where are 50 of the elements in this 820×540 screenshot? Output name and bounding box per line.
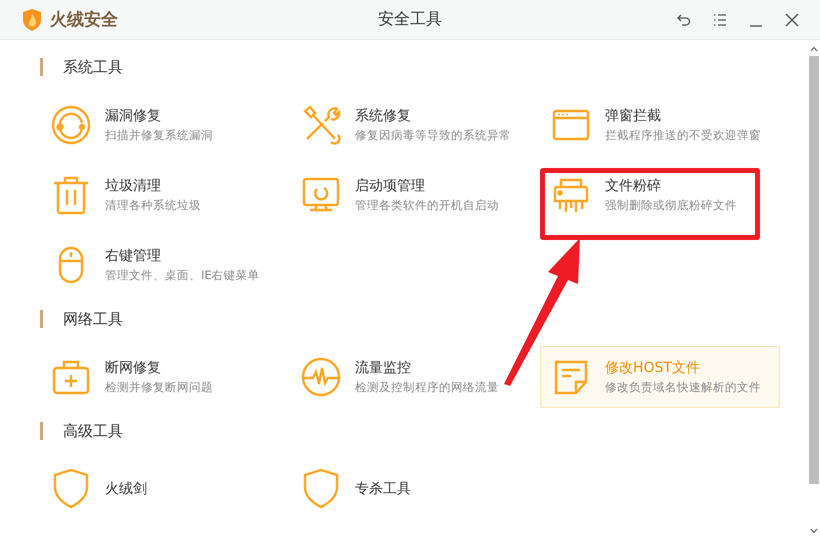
tool-item[interactable]: 文件粉碎 强制删除或彻底粉碎文件 (540, 164, 780, 226)
close-icon[interactable] (784, 12, 800, 28)
shield-icon (301, 469, 341, 509)
scrollbar-thumb[interactable] (809, 56, 819, 484)
wrench-screwdriver-icon (301, 105, 341, 145)
tool-item[interactable]: 断网修复 检测并修复断网问题 (40, 346, 290, 408)
shield-icon (51, 469, 91, 509)
section-heading: 系统工具 (40, 58, 780, 76)
tool-description: 扫描并修复系统漏洞 (105, 128, 213, 143)
tool-title: 专杀工具 (355, 480, 411, 498)
tool-item[interactable]: 专杀工具 (290, 458, 540, 520)
tool-item[interactable]: 右键管理 管理文件、桌面、IE右键菜单 (40, 234, 290, 296)
tool-description: 检测并修复断网问题 (105, 380, 213, 395)
tool-title: 断网修复 (105, 359, 162, 377)
trash-icon (51, 175, 91, 215)
tool-description: 清理各种系统垃圾 (105, 198, 201, 213)
tool-item[interactable]: 系统修复 修复因病毒等导致的系统异常 (290, 94, 540, 156)
brand-name: 火绒安全 (50, 9, 118, 31)
tool-title: 垃圾清理 (105, 177, 162, 195)
tool-item[interactable]: 漏洞修复 扫描并修复系统漏洞 (40, 94, 290, 156)
tool-description: 检测及控制程序的网络流量 (355, 380, 499, 395)
tool-item[interactable]: 火绒剑 (40, 458, 290, 520)
tool-description: 修改负责域名快速解析的文件 (605, 380, 761, 395)
scroll-up-icon[interactable] (810, 46, 818, 52)
tool-title: 流量监控 (355, 359, 412, 377)
tool-item[interactable]: 弹窗拦截 拦截程序推送的不受欢迎弹窗 (540, 94, 780, 156)
repair-ring-icon (51, 105, 91, 145)
scroll-down-icon[interactable] (810, 528, 818, 534)
tool-item[interactable]: 流量监控 检测及控制程序的网络流量 (290, 346, 540, 408)
pulse-icon (301, 357, 341, 397)
menu-icon[interactable] (712, 12, 728, 28)
tool-title: 右键管理 (105, 247, 162, 265)
tool-description: 管理各类软件的开机自启动 (355, 198, 499, 213)
section-heading: 高级工具 (40, 422, 780, 440)
tool-title: 弹窗拦截 (605, 107, 662, 125)
tool-title: 文件粉碎 (605, 177, 662, 195)
tool-description: 管理文件、桌面、IE右键菜单 (105, 268, 260, 283)
tool-description: 强制删除或彻底粉碎文件 (605, 198, 737, 213)
tool-title: 火绒剑 (105, 480, 147, 498)
tool-title: 系统修复 (355, 107, 412, 125)
tool-item[interactable]: 启动项管理 管理各类软件的开机自启动 (290, 164, 540, 226)
tool-title: 漏洞修复 (105, 107, 162, 125)
flame-shield-logo-icon (22, 8, 42, 30)
undo-icon[interactable] (676, 12, 692, 28)
tool-item[interactable]: 垃圾清理 清理各种系统垃圾 (40, 164, 290, 226)
tool-title: 启动项管理 (355, 177, 426, 195)
window-title: 安全工具 (378, 9, 442, 30)
tool-title: 修改HOST文件 (605, 359, 701, 377)
tool-description: 拦截程序推送的不受欢迎弹窗 (605, 128, 761, 143)
tool-description: 修复因病毒等导致的系统异常 (355, 128, 511, 143)
